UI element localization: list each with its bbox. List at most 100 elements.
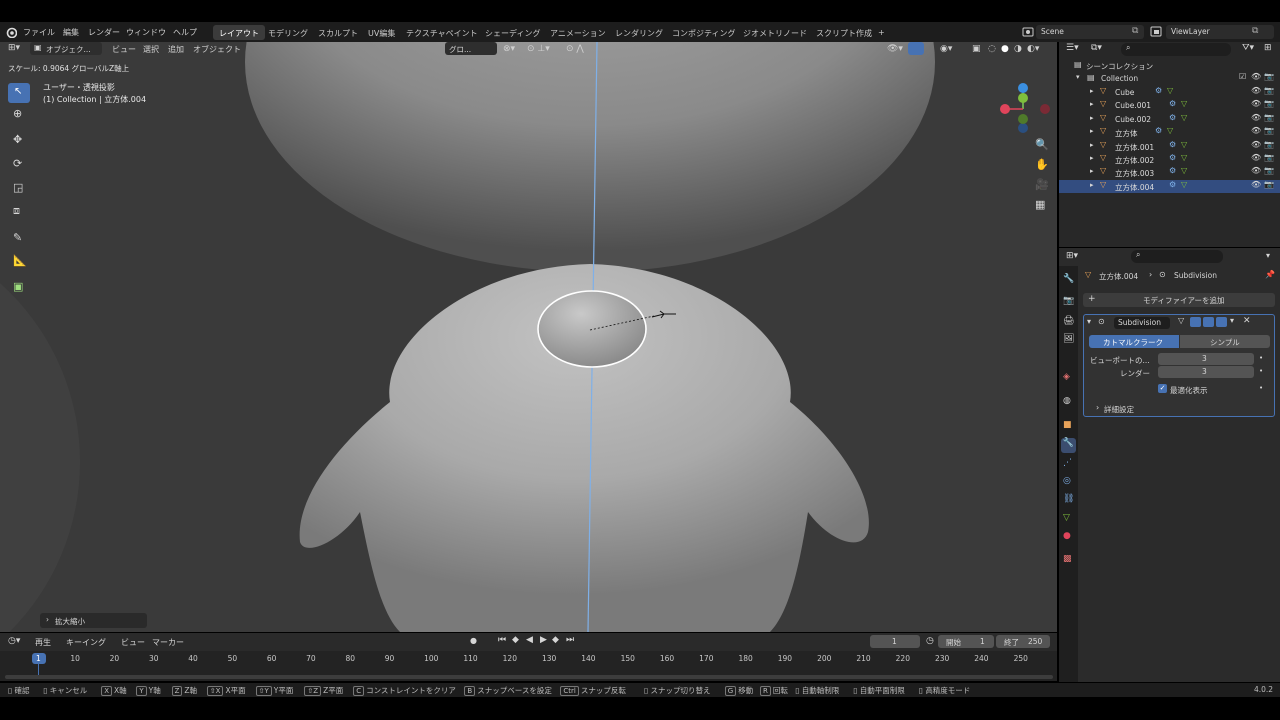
chevron-right-icon[interactable]: ▸ [1090,114,1094,122]
camera-icon[interactable]: 📷 [1264,99,1274,108]
gizmo-x-axis[interactable] [1000,104,1010,114]
solid-shading-icon[interactable]: ● [1001,44,1009,54]
scene-icon[interactable] [1022,26,1034,38]
render-toggle-icon[interactable] [1216,317,1227,327]
start-frame-field[interactable]: 開始 1 [938,635,994,648]
eye-icon[interactable]: 👁 [1251,126,1261,135]
gizmo-neg-z-axis[interactable] [1018,123,1028,133]
tab-compositing[interactable]: コンポジティング [666,25,742,40]
cursor-tool-button[interactable]: ⊕ [8,105,30,125]
material-tab-icon[interactable]: ● [1063,531,1071,541]
chevron-right-icon[interactable]: ▸ [1090,154,1094,162]
eye-icon[interactable]: 👁 [1251,140,1261,149]
close-icon[interactable]: ✕ [1243,316,1251,326]
menu-add[interactable]: 追加 [168,44,184,55]
measure-tool-button[interactable]: 📐 [8,252,30,272]
checkbox-icon[interactable]: ☑ [1239,72,1246,81]
add-modifier-button[interactable]: + モディファイアーを追加 [1083,293,1275,307]
tab-sculpt[interactable]: スカルプト [312,25,364,40]
camera-icon[interactable]: 📷 [1264,113,1274,122]
tab-modeling[interactable]: モデリング [262,25,314,40]
select-tool-button[interactable]: ↖ [8,83,30,103]
transform-orientation-selector[interactable]: グロ... [445,42,497,55]
eye-icon[interactable]: 👁 [1251,153,1261,162]
camera-icon[interactable]: 📷 [1264,72,1274,81]
pan-hand-icon[interactable]: ✋ [1035,158,1051,174]
chevron-right-icon[interactable]: ▸ [1090,100,1094,108]
menu-view[interactable]: ビュー [112,44,136,55]
list-item-collection[interactable]: ▾ ▤ Collection ☑ 👁 📷 [1059,72,1280,85]
chevron-right-icon[interactable]: › [1096,403,1099,412]
display-mode-icon[interactable]: ⧉▾ [1091,43,1102,53]
gizmo-neg-y-axis[interactable] [1018,114,1028,124]
gizmo-y-axis[interactable] [1018,93,1028,103]
snap-icon[interactable]: ⊙ ⊥▾ [527,44,550,54]
pivot-icon[interactable]: ⊗▾ [503,44,515,54]
add-cube-tool-button[interactable]: ▣ [8,278,30,298]
transform-tool-button[interactable]: ⧈ [8,202,30,222]
last-operation-panel[interactable]: › 拡大縮小 [40,613,147,628]
view-layer-tab-icon[interactable]: 🖼 [1063,334,1074,344]
rotate-tool-button[interactable]: ⟳ [8,155,30,175]
list-item[interactable]: ▸ ▽ Cube ⚙ ▽ 👁 📷 [1059,86,1280,99]
outliner-editor-icon[interactable]: ☰▾ [1066,43,1079,53]
list-item[interactable]: ▸ ▽ 立方体 ⚙ ▽ 👁 📷 [1059,126,1280,139]
eye-icon[interactable]: 👁 [1251,72,1261,81]
physics-tab-icon[interactable]: ◎ [1063,476,1071,486]
chevron-right-icon[interactable]: ▸ [1090,167,1094,175]
tab-geometry-nodes[interactable]: ジオメトリノード [737,25,813,40]
head-mesh[interactable] [245,42,935,272]
eye-icon[interactable]: 👁 [1251,86,1261,95]
filter-icon[interactable]: ⛛▾ [1242,43,1254,53]
menu-marker[interactable]: マーカー [152,637,184,648]
xray-icon[interactable]: ▣ [972,44,981,54]
tab-uv-editing[interactable]: UV編集 [362,25,401,40]
modifier-tab-icon[interactable]: 🔧 [1061,438,1076,453]
add-workspace-button[interactable]: + [872,25,891,40]
scene-selector[interactable]: Scene ⧉ [1036,25,1144,39]
menu-keying[interactable]: キーイング [66,637,106,648]
world-tab-icon[interactable]: ◍ [1063,396,1071,406]
prev-keyframe-icon[interactable]: ◆ [512,635,519,645]
gizmo-toggle-icon[interactable] [908,42,924,55]
overlay-icon[interactable]: ◉▾ [940,44,952,54]
chevron-down-icon[interactable]: ▾ [1076,73,1080,81]
selected-eye-mesh[interactable] [537,290,647,368]
play-reverse-icon[interactable]: ◀ [526,635,533,645]
properties-editor-icon[interactable]: ⊞▾ [1066,251,1078,261]
editor-type-icon[interactable]: ⊞▾ [8,43,20,53]
eye-icon[interactable]: 👁 [1251,166,1261,175]
list-item-scene-collection[interactable]: ▤ シーンコレクション [1059,59,1280,72]
jump-start-icon[interactable]: ⏮ [498,635,506,645]
blender-logo-icon[interactable] [6,27,17,38]
list-item[interactable]: ▸ ▽ Cube.002 ⚙ ▽ 👁 📷 [1059,113,1280,126]
eye-icon[interactable]: 👁 [1251,113,1261,122]
chevron-down-icon[interactable]: ▾ [1087,317,1091,326]
wireframe-shading-icon[interactable]: ◌ [988,44,996,54]
list-item[interactable]: ▸ ▽ 立方体.004 ⚙ ▽ 👁 📷 [1059,179,1280,193]
data-tab-icon[interactable]: ▽ [1063,513,1070,523]
tool-tab-icon[interactable]: 🔧 [1063,274,1074,284]
render-levels-field[interactable]: 3 [1158,366,1254,378]
next-keyframe-icon[interactable]: ◆ [552,635,559,645]
outliner-search-input[interactable]: ⌕ [1121,43,1231,56]
optimal-display-checkbox[interactable]: ✓ [1158,384,1167,393]
3d-viewport[interactable] [0,42,1057,632]
camera-icon[interactable]: 📷 [1264,166,1274,175]
object-tab-icon[interactable]: ■ [1063,420,1072,430]
output-tab-icon[interactable]: 🖨 [1063,316,1074,326]
annotate-tool-button[interactable]: ✎ [8,229,30,249]
chevron-right-icon[interactable]: ▸ [1090,87,1094,95]
keyframe-dot-icon[interactable]: • [1259,367,1263,375]
chevron-right-icon[interactable]: ▸ [1090,181,1094,189]
tab-texture-paint[interactable]: テクスチャペイント [400,25,484,40]
camera-icon[interactable]: 🎥 [1035,178,1051,194]
chevron-right-icon[interactable]: ▸ [1090,127,1094,135]
eye-icon[interactable]: 👁 [1251,180,1261,189]
pin-icon[interactable]: 📌 [1265,270,1275,279]
mode-selector[interactable]: ▣ オブジェク... [30,42,102,55]
zoom-icon[interactable]: 🔍 [1035,138,1051,154]
chevron-down-icon[interactable]: ▾ [1266,251,1270,260]
viewport-display-toggle-icon[interactable] [1203,317,1214,327]
proportional-edit-icon[interactable]: ⊙ ⋀ [566,44,584,54]
